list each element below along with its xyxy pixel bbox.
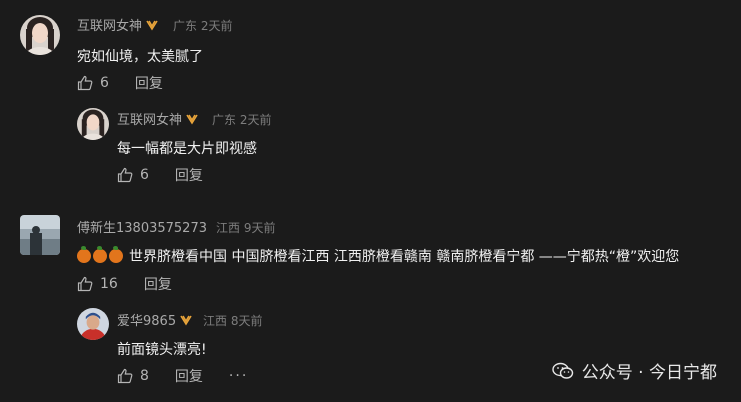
username[interactable]: 互联网女神 <box>77 15 158 34</box>
timestamp: 2天前 <box>200 19 233 33</box>
verified-badge-icon <box>186 114 198 125</box>
timestamp: 8天前 <box>230 314 263 328</box>
more-options-button[interactable]: ··· <box>229 368 248 384</box>
comment-text: 每一幅都是大片即视感 <box>117 141 257 157</box>
comment-actions: 6 回复 <box>77 73 163 93</box>
verified-badge-icon <box>180 315 192 326</box>
comment-meta: 广东 2天前 <box>173 17 232 34</box>
reply-button[interactable]: 回复 <box>135 73 163 93</box>
reply-button[interactable]: 回复 <box>175 165 203 185</box>
username[interactable]: 爱华9865 <box>117 310 192 329</box>
like-count: 6 <box>100 75 109 91</box>
thumbs-up-icon[interactable] <box>117 167 133 183</box>
username-text[interactable]: 互联网女神 <box>117 113 182 128</box>
comment-text: 世界脐橙看中国 中国脐橙看江西 江西脐橙看赣南 赣南脐橙看宁都 ——宁都热“橙”… <box>129 249 680 265</box>
comment-meta: 江西 8天前 <box>203 312 262 329</box>
username[interactable]: 互联网女神 <box>117 109 198 128</box>
thumbs-up-icon[interactable] <box>117 368 133 384</box>
reply-button[interactable]: 回复 <box>144 274 172 294</box>
user-avatar[interactable] <box>20 15 60 55</box>
username-text[interactable]: 爱华9865 <box>117 314 176 329</box>
wechat-icon <box>552 362 573 379</box>
location: 江西 <box>203 314 228 328</box>
location: 广东 <box>212 113 237 127</box>
comment-actions: 6 回复 <box>117 165 203 185</box>
watermark: 公众号 · 今日宁都 <box>552 358 717 383</box>
user-avatar[interactable] <box>77 108 109 140</box>
timestamp: 2天前 <box>239 113 272 127</box>
woman-portrait-avatar-icon <box>77 108 109 140</box>
location: 广东 <box>173 19 198 33</box>
comment-text: 宛如仙境，太美腻了 <box>77 49 203 65</box>
like-count: 8 <box>140 368 149 384</box>
comment-text: 前面镜头漂亮! <box>117 342 207 358</box>
comment-actions: 16 回复 <box>77 274 172 294</box>
orange-emoji-icon <box>109 246 123 263</box>
man-red-shirt-avatar-icon <box>77 308 109 340</box>
user-avatar[interactable] <box>77 308 109 340</box>
thumbs-up-icon[interactable] <box>77 276 93 292</box>
woman-portrait-avatar-icon <box>20 15 60 55</box>
like-count: 6 <box>140 167 149 183</box>
watermark-text: 公众号 · 今日宁都 <box>581 363 717 383</box>
orange-emoji-icon <box>93 246 107 263</box>
like-count: 16 <box>100 276 118 292</box>
comment-meta: 江西 9天前 <box>216 219 275 236</box>
reply-button[interactable]: 回复 <box>175 366 203 386</box>
comment-actions: 8 回复 ··· <box>117 366 248 386</box>
thumbs-up-icon[interactable] <box>77 75 93 91</box>
orange-emoji-icon <box>77 246 91 263</box>
location: 江西 <box>216 221 241 235</box>
verified-badge-icon <box>146 20 158 31</box>
user-avatar[interactable] <box>20 215 60 255</box>
timestamp: 9天前 <box>243 221 276 235</box>
lake-scene-avatar-icon <box>20 215 60 255</box>
comment-text-row: 世界脐橙看中国 中国脐橙看江西 江西脐橙看赣南 赣南脐橙看宁都 ——宁都热“橙”… <box>77 246 679 266</box>
comment-meta: 广东 2天前 <box>212 111 271 128</box>
username[interactable]: 傅新生13803575273 <box>77 217 207 236</box>
username-text[interactable]: 互联网女神 <box>77 19 142 34</box>
